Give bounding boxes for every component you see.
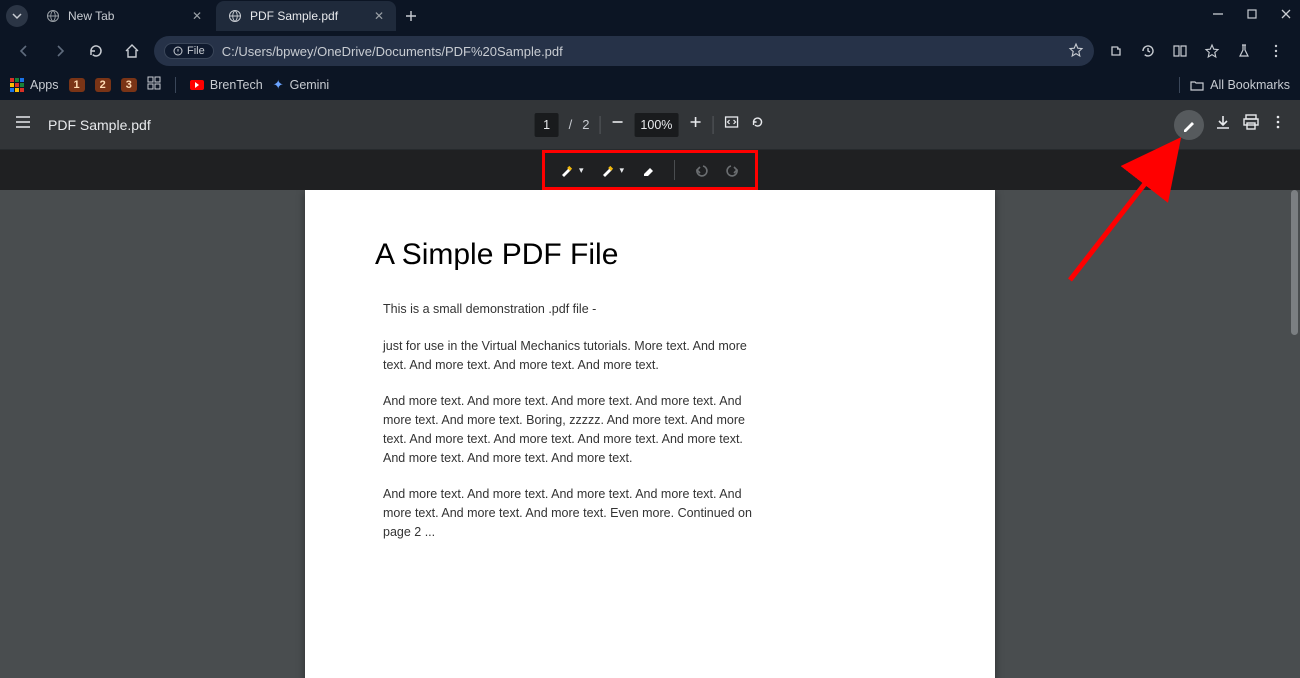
annotation-toolbar: ▾ ▾ bbox=[0, 150, 1300, 190]
doc-paragraph: And more text. And more text. And more t… bbox=[383, 392, 753, 467]
tab-title: New Tab bbox=[68, 9, 184, 23]
zoom-out-button[interactable] bbox=[610, 115, 624, 134]
back-button[interactable] bbox=[10, 37, 38, 65]
forward-button[interactable] bbox=[46, 37, 74, 65]
globe-icon bbox=[228, 9, 242, 23]
highlighter-tool[interactable]: ▾ bbox=[559, 162, 584, 178]
separator bbox=[674, 160, 675, 180]
bookmark-label: Gemini bbox=[290, 78, 330, 92]
zoom-level-input[interactable] bbox=[634, 113, 678, 137]
eraser-tool[interactable] bbox=[640, 162, 656, 178]
tab-new-tab[interactable]: New Tab ✕ bbox=[34, 1, 214, 31]
download-button[interactable] bbox=[1214, 113, 1232, 136]
extensions-button[interactable] bbox=[1102, 37, 1130, 65]
bookmark-badge-2[interactable]: 2 bbox=[95, 78, 111, 92]
close-window-button[interactable] bbox=[1278, 7, 1294, 25]
chevron-down-icon: ▾ bbox=[620, 165, 625, 176]
bookmark-star-outline-icon[interactable] bbox=[1198, 37, 1226, 65]
pdf-page-zoom-controls: / 2 bbox=[535, 113, 766, 137]
doc-paragraph: just for use in the Virtual Mechanics tu… bbox=[383, 337, 753, 375]
page-separator: / bbox=[569, 117, 573, 132]
doc-paragraph: And more text. And more text. And more t… bbox=[383, 485, 753, 541]
bookmark-gemini[interactable]: ✦ Gemini bbox=[273, 77, 330, 93]
doc-paragraph: This is a small demonstration .pdf file … bbox=[383, 300, 753, 319]
youtube-icon bbox=[190, 80, 204, 90]
file-scheme-chip: File bbox=[164, 43, 214, 59]
close-icon[interactable]: ✕ bbox=[192, 9, 202, 23]
pen-tool[interactable]: ▾ bbox=[600, 162, 625, 178]
fit-page-button[interactable] bbox=[723, 114, 739, 135]
home-button[interactable] bbox=[118, 37, 146, 65]
print-button[interactable] bbox=[1242, 113, 1260, 136]
url-text: C:/Users/bpwey/OneDrive/Documents/PDF%20… bbox=[222, 44, 1060, 59]
gemini-icon: ✦ bbox=[273, 77, 284, 93]
folder-icon bbox=[1190, 78, 1204, 92]
pdf-viewport[interactable]: A Simple PDF File This is a small demons… bbox=[0, 190, 1300, 678]
maximize-button[interactable] bbox=[1244, 7, 1260, 25]
rotate-button[interactable] bbox=[749, 114, 765, 135]
browser-menu-button[interactable] bbox=[1262, 37, 1290, 65]
reading-list-button[interactable] bbox=[1166, 37, 1194, 65]
undo-button[interactable] bbox=[693, 162, 709, 178]
bookmark-badge-1[interactable]: 1 bbox=[69, 78, 85, 92]
scrollbar-thumb[interactable] bbox=[1291, 190, 1298, 335]
minimize-button[interactable] bbox=[1210, 7, 1226, 25]
tab-title: PDF Sample.pdf bbox=[250, 9, 366, 23]
apps-label: Apps bbox=[30, 78, 59, 92]
close-icon[interactable]: ✕ bbox=[374, 9, 384, 23]
new-tab-button[interactable] bbox=[398, 3, 424, 29]
page-total: 2 bbox=[582, 117, 589, 132]
tab-search-button[interactable] bbox=[6, 5, 28, 27]
window-controls bbox=[1210, 0, 1294, 32]
annotate-button[interactable] bbox=[1174, 110, 1204, 140]
tab-groups-icon[interactable] bbox=[147, 76, 161, 93]
bookmarks-bar: Apps 1 2 3 BrenTech ✦ Gemini All Bookmar… bbox=[0, 70, 1300, 100]
bookmark-brentech[interactable]: BrenTech bbox=[190, 78, 263, 92]
labs-button[interactable] bbox=[1230, 37, 1258, 65]
annotation-toolbox-highlighted: ▾ ▾ bbox=[542, 150, 758, 190]
separator bbox=[712, 116, 713, 134]
apps-button[interactable]: Apps bbox=[10, 78, 59, 92]
file-chip-label: File bbox=[187, 45, 205, 57]
pdf-page: A Simple PDF File This is a small demons… bbox=[305, 190, 995, 678]
bookmark-star-icon[interactable] bbox=[1068, 42, 1084, 61]
hamburger-menu-icon[interactable] bbox=[14, 113, 36, 136]
all-bookmarks-button[interactable]: All Bookmarks bbox=[1175, 77, 1290, 93]
tab-strip: New Tab ✕ PDF Sample.pdf ✕ bbox=[0, 0, 1300, 32]
redo-button[interactable] bbox=[725, 162, 741, 178]
separator bbox=[599, 116, 600, 134]
all-bookmarks-label: All Bookmarks bbox=[1210, 78, 1290, 92]
chevron-down-icon: ▾ bbox=[579, 165, 584, 176]
pdf-menu-button[interactable] bbox=[1270, 114, 1286, 135]
pdf-toolbar: PDF Sample.pdf / 2 bbox=[0, 100, 1300, 150]
omnibox[interactable]: File C:/Users/bpwey/OneDrive/Documents/P… bbox=[154, 36, 1094, 66]
bookmark-badge-3[interactable]: 3 bbox=[121, 78, 137, 92]
separator bbox=[175, 77, 176, 93]
doc-title: A Simple PDF File bbox=[375, 238, 925, 272]
bookmark-label: BrenTech bbox=[210, 78, 263, 92]
page-number-input[interactable] bbox=[535, 113, 559, 137]
zoom-in-button[interactable] bbox=[688, 115, 702, 134]
reload-button[interactable] bbox=[82, 37, 110, 65]
globe-icon bbox=[46, 9, 60, 23]
pdf-toolbar-right bbox=[1174, 110, 1286, 140]
history-button[interactable] bbox=[1134, 37, 1162, 65]
tab-pdf-sample[interactable]: PDF Sample.pdf ✕ bbox=[216, 1, 396, 31]
apps-grid-icon bbox=[10, 78, 24, 92]
address-bar: File C:/Users/bpwey/OneDrive/Documents/P… bbox=[0, 32, 1300, 70]
pdf-filename: PDF Sample.pdf bbox=[48, 117, 151, 133]
separator bbox=[1179, 77, 1180, 93]
